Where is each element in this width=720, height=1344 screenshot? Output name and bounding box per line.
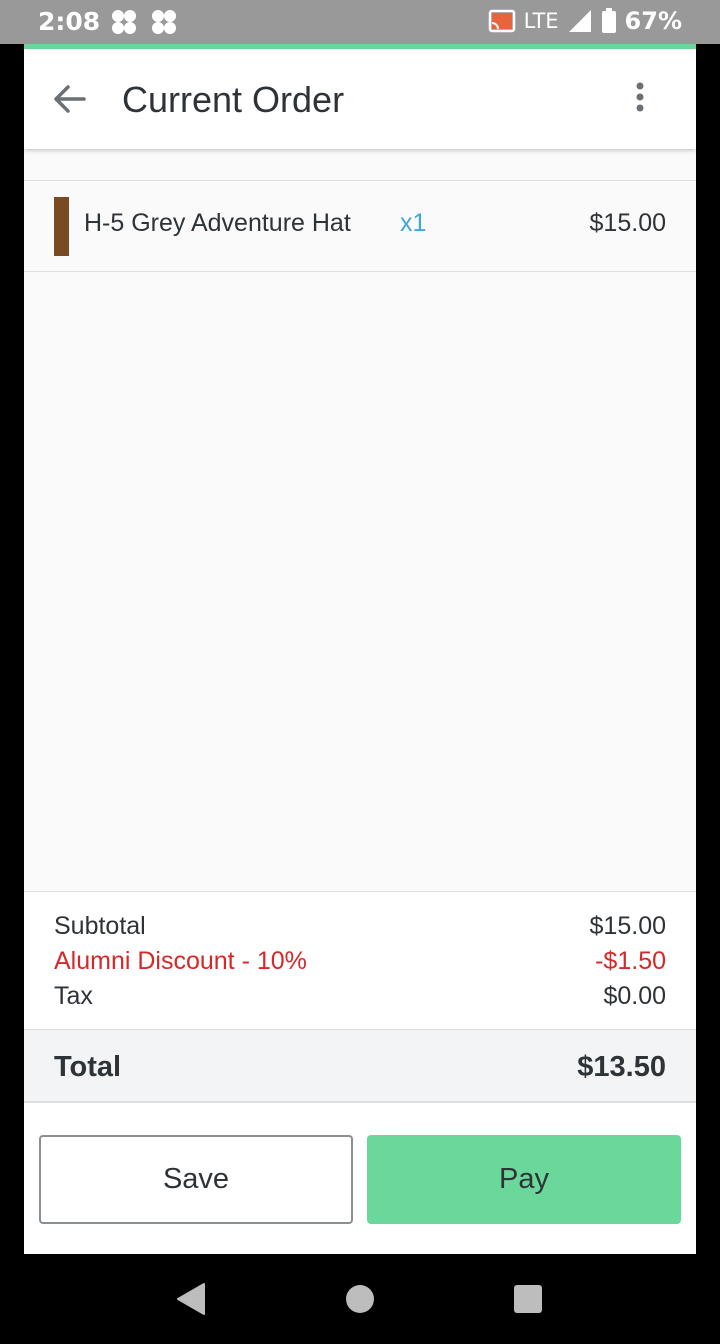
item-name: H-5 Grey Adventure Hat [84,209,351,237]
subtotal-label: Subtotal [54,912,146,940]
pay-button[interactable]: Pay [367,1135,681,1224]
item-price: $15.00 [589,209,666,237]
total-label: Total [54,1051,122,1083]
notification-icon [112,10,136,34]
page-title: Current Order [122,79,345,120]
nav-back-icon[interactable] [176,1282,206,1316]
subtotal-row: Subtotal $15.00 [54,912,666,946]
nav-recents-icon[interactable] [514,1285,542,1313]
notification-icon [152,10,176,34]
total-value: $13.50 [577,1051,666,1083]
discount-label: Alumni Discount - 10% [54,947,307,975]
tax-value: $0.00 [603,982,666,1010]
more-vert-icon[interactable] [624,79,656,119]
arrow-left-icon[interactable] [50,79,90,119]
save-button[interactable]: Save [39,1135,353,1224]
nav-home-icon[interactable] [346,1285,374,1313]
battery-percent: 67% [624,7,682,35]
current-order-screen: Current Order H-5 Grey Adventure Hat x1 … [24,49,696,1254]
total-row: Total $13.50 [24,1029,696,1103]
tax-label: Tax [54,982,93,1010]
app-bar: Current Order [24,49,696,149]
order-line-item[interactable]: H-5 Grey Adventure Hat x1 $15.00 [24,180,696,272]
status-bar: 2:08 LTE 67% [0,0,720,44]
subtotal-value: $15.00 [589,912,666,940]
battery-icon [601,8,616,33]
discount-row: Alumni Discount - 10% -$1.50 [54,947,666,981]
tax-row: Tax $0.00 [54,982,666,1016]
network-type: LTE [523,9,559,33]
status-time: 2:08 [38,7,101,36]
item-quantity: x1 [400,209,427,237]
order-summary: Subtotal $15.00 Alumni Discount - 10% -$… [24,891,696,1029]
system-nav-bar [0,1254,720,1344]
cast-icon [488,9,515,33]
action-bar: Save Pay [24,1103,696,1254]
signal-icon [568,10,591,32]
item-color-swatch [54,197,69,256]
discount-value: -$1.50 [595,947,666,975]
